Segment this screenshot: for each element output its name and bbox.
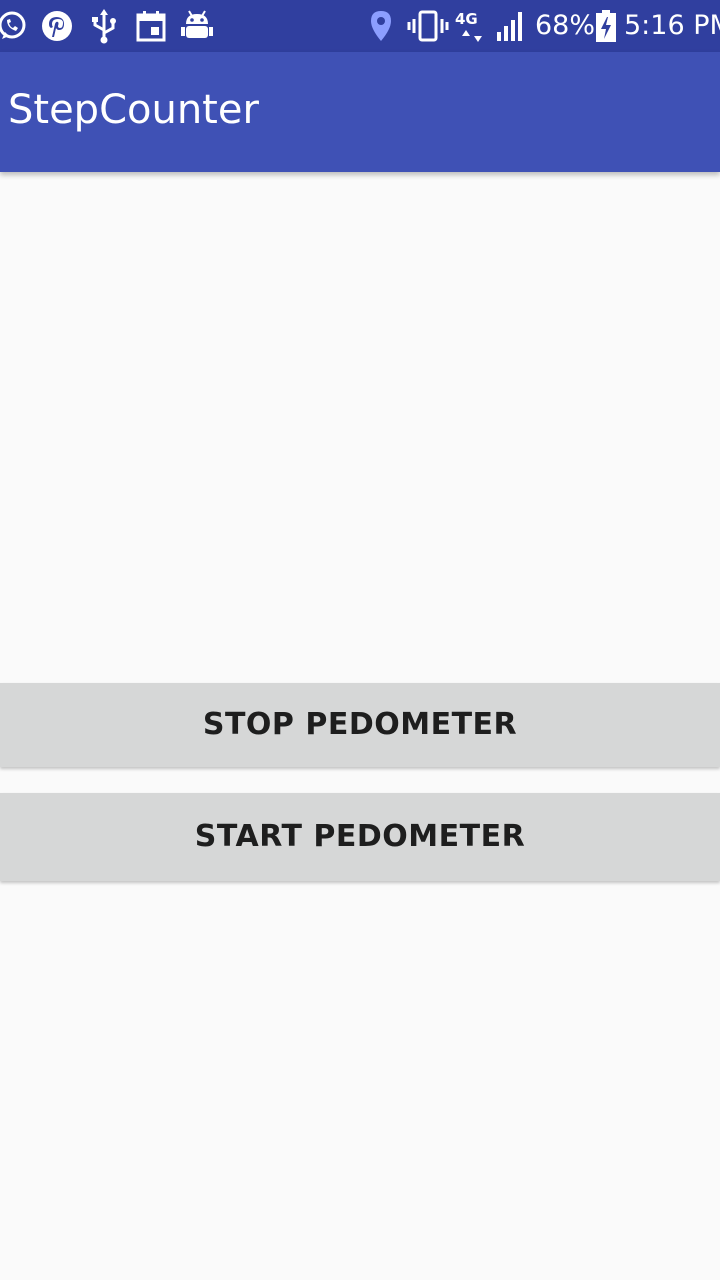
battery-percent: 68% — [535, 10, 596, 41]
app-title: StepCounter — [8, 87, 259, 133]
clock-time: 5:16 PM — [624, 10, 720, 41]
start-pedometer-button[interactable]: START PEDOMETER — [0, 793, 720, 881]
pinterest-icon — [39, 8, 75, 44]
whatsapp-icon — [0, 8, 30, 44]
battery-charging-icon — [594, 8, 618, 44]
android-debug-icon — [180, 8, 214, 44]
app-bar: StepCounter — [0, 52, 720, 172]
calendar-icon — [134, 8, 168, 44]
location-icon — [367, 8, 395, 44]
network-4g-icon: 4G — [454, 8, 494, 44]
signal-icon — [496, 8, 528, 44]
status-bar: 4G 68% 5:16 PM — [0, 0, 720, 52]
stop-pedometer-button[interactable]: STOP PEDOMETER — [0, 683, 720, 767]
svg-text:4G: 4G — [455, 10, 478, 28]
usb-icon — [88, 8, 120, 44]
vibrate-icon — [406, 8, 450, 44]
